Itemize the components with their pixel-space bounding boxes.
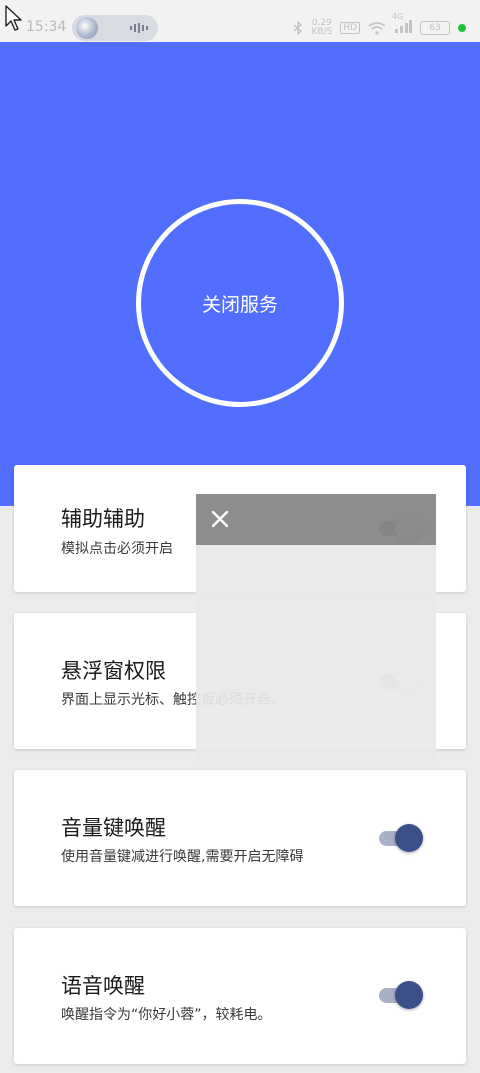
- status-icons: 0.29 KB/S HD 4G 63: [293, 12, 466, 37]
- card-title: 语音唤醒: [61, 974, 145, 998]
- overlay-title-bar[interactable]: [196, 494, 436, 545]
- signal-group: 4G: [392, 12, 412, 36]
- card-desc: 模拟点击必须开启: [61, 541, 173, 557]
- toggle-service-button[interactable]: 关闭服务: [136, 199, 344, 407]
- battery-dot: [458, 24, 466, 32]
- volume-wake-toggle[interactable]: [379, 823, 425, 853]
- arrow-cursor-icon: [5, 5, 22, 31]
- bluetooth-icon: [294, 21, 303, 35]
- card-voice-wake: 语音唤醒 唤醒指令为“你好小蓉”，较耗电。: [14, 928, 466, 1064]
- signal-label: 4G: [392, 12, 404, 21]
- wifi-icon: [368, 21, 386, 35]
- voice-wave-icon: [130, 23, 148, 33]
- toggle-knob: [395, 981, 423, 1009]
- status-bar: 15:34 0.29 KB/S HD 4G 63: [0, 0, 480, 42]
- net-speed-unit: KB/S: [311, 27, 333, 37]
- signal-icon: [395, 20, 412, 33]
- card-title: 悬浮窗权限: [61, 659, 166, 683]
- header-panel: 关闭服务: [0, 42, 480, 506]
- card-desc: 使用音量键减进行唤醒,需要开启无障碍: [61, 849, 304, 865]
- hd-badge: HD: [340, 22, 360, 34]
- close-icon[interactable]: [208, 507, 232, 531]
- service-button-label: 关闭服务: [201, 293, 278, 316]
- net-speed: 0.29 KB/S: [311, 19, 332, 37]
- card-title: 辅助辅助: [61, 507, 145, 531]
- voice-wake-toggle[interactable]: [379, 980, 425, 1010]
- floating-pill[interactable]: [72, 15, 158, 41]
- toggle-knob: [395, 824, 423, 852]
- floating-overlay-panel: [196, 494, 436, 761]
- avatar: [76, 17, 98, 39]
- card-desc: 唤醒指令为“你好小蓉”，较耗电。: [61, 1007, 272, 1023]
- battery-icon: 63: [420, 21, 450, 35]
- battery-level: 63: [429, 23, 441, 33]
- card-volume-wake: 音量键唤醒 使用音量键减进行唤醒,需要开启无障碍: [14, 770, 466, 906]
- card-title: 音量键唤醒: [61, 816, 166, 840]
- overlay-touchpad[interactable]: [196, 545, 436, 761]
- status-time: 15:34: [26, 19, 67, 35]
